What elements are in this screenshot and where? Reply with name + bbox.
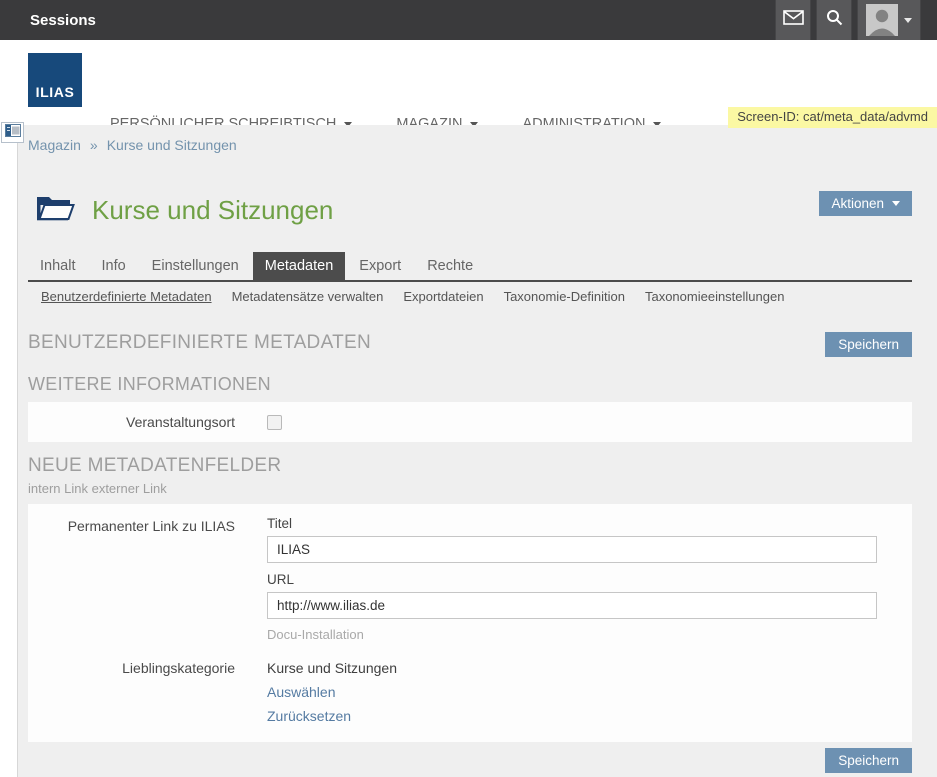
form-row-lieblingskategorie: Lieblingskategorie Kurse und Sitzungen A… xyxy=(28,658,912,724)
tab-export[interactable]: Export xyxy=(347,252,413,280)
form-row-veranstaltungsort: Veranstaltungsort xyxy=(28,402,912,442)
input-label-url: URL xyxy=(267,572,877,587)
left-tree-column xyxy=(0,125,18,777)
tab-einstellungen[interactable]: Einstellungen xyxy=(140,252,251,280)
breadcrumb: Magazin » Kurse und Sitzungen xyxy=(28,125,912,153)
field-control xyxy=(235,415,282,430)
search-button[interactable] xyxy=(816,0,852,40)
subtab-benutzerdefinierte-metadaten[interactable]: Benutzerdefinierte Metadaten xyxy=(41,289,212,304)
save-button-bottom[interactable]: Speichern xyxy=(825,748,912,773)
chevron-down-icon xyxy=(892,201,900,206)
section-subtitle-link-types: intern Link externer Link xyxy=(28,481,912,496)
auswaehlen-link[interactable]: Auswählen xyxy=(267,684,397,700)
actions-dropdown-button[interactable]: Aktionen xyxy=(819,191,912,216)
field-control: Titel URL Docu-Installation xyxy=(235,516,877,642)
save-button-top[interactable]: Speichern xyxy=(825,332,912,357)
input-hint-docu-installation: Docu-Installation xyxy=(267,627,877,642)
field-control: Kurse und Sitzungen Auswählen Zurücksetz… xyxy=(235,658,397,724)
section-title-benutzerdefinierte-metadaten: BENUTZERDEFINIERTE METADATEN xyxy=(28,332,371,354)
form-row-permanenter-link: Permanenter Link zu ILIAS Titel URL Docu… xyxy=(28,516,912,642)
page-title-row: Kurse und Sitzungen Aktionen xyxy=(28,193,912,228)
url-input[interactable] xyxy=(267,592,877,619)
zuruecksetzen-link[interactable]: Zurücksetzen xyxy=(267,708,397,724)
input-label-titel: Titel xyxy=(267,516,877,531)
open-folder-icon xyxy=(35,193,75,228)
tab-rechte[interactable]: Rechte xyxy=(415,252,485,280)
veranstaltungsort-checkbox[interactable] xyxy=(267,415,282,430)
subtab-taxonomie-definition[interactable]: Taxonomie-Definition xyxy=(504,289,625,304)
page-title: Kurse und Sitzungen xyxy=(92,195,333,226)
top-bar: Sessions xyxy=(0,0,937,40)
section-header-row: BENUTZERDEFINIERTE METADATEN Speichern xyxy=(28,332,912,357)
user-menu-button[interactable] xyxy=(857,0,921,40)
tree-view-toggle-button[interactable] xyxy=(1,122,24,143)
main-content: Magazin » Kurse und Sitzungen Kurse und Si… xyxy=(18,125,937,777)
subtab-taxonomieeinstellungen[interactable]: Taxonomieeinstellungen xyxy=(645,289,784,304)
tab-metadaten[interactable]: Metadaten xyxy=(253,252,346,280)
search-icon xyxy=(826,9,843,31)
field-label-permanenter-link: Permanenter Link zu ILIAS xyxy=(28,516,235,534)
breadcrumb-separator: » xyxy=(90,137,98,153)
titel-input[interactable] xyxy=(267,536,877,563)
tab-bar: Inhalt Info Einstellungen Metadaten Expo… xyxy=(28,252,912,282)
side-panel-icon xyxy=(5,124,21,142)
field-label-veranstaltungsort: Veranstaltungsort xyxy=(28,414,235,430)
topbar-actions xyxy=(770,0,921,40)
bottom-save-row: Speichern xyxy=(28,748,912,773)
ilias-logo[interactable]: ILIAS xyxy=(28,53,82,107)
chevron-down-icon xyxy=(904,18,912,23)
subtab-metadatensaetze-verwalten[interactable]: Metadatensätze verwalten xyxy=(232,289,384,304)
breadcrumb-link-magazin[interactable]: Magazin xyxy=(28,137,81,153)
tab-info[interactable]: Info xyxy=(89,252,137,280)
tab-inhalt[interactable]: Inhalt xyxy=(28,252,87,280)
section-title-neue-metadatenfelder: NEUE METADATENFELDER xyxy=(28,455,912,477)
breadcrumb-link-kurse-und-sitzungen[interactable]: Kurse und Sitzungen xyxy=(107,137,237,153)
subtab-bar: Benutzerdefinierte Metadaten Metadatensä… xyxy=(28,289,912,304)
metadata-form: Permanenter Link zu ILIAS Titel URL Docu… xyxy=(28,504,912,742)
actions-label: Aktionen xyxy=(831,196,884,211)
field-label-lieblingskategorie: Lieblingskategorie xyxy=(28,658,235,676)
window-title: Sessions xyxy=(30,12,96,29)
mail-icon xyxy=(783,10,804,30)
subtab-exportdateien[interactable]: Exportdateien xyxy=(403,289,483,304)
user-avatar xyxy=(866,4,898,36)
mail-button[interactable] xyxy=(775,0,811,40)
content-wrapper: Magazin » Kurse und Sitzungen Kurse und Si… xyxy=(0,125,937,777)
lieblingskategorie-value: Kurse und Sitzungen xyxy=(267,658,397,676)
section-title-weitere-informationen: WEITERE INFORMATIONEN xyxy=(28,374,912,395)
screen-id-badge: Screen-ID: cat/meta_data/advmd xyxy=(728,107,937,128)
